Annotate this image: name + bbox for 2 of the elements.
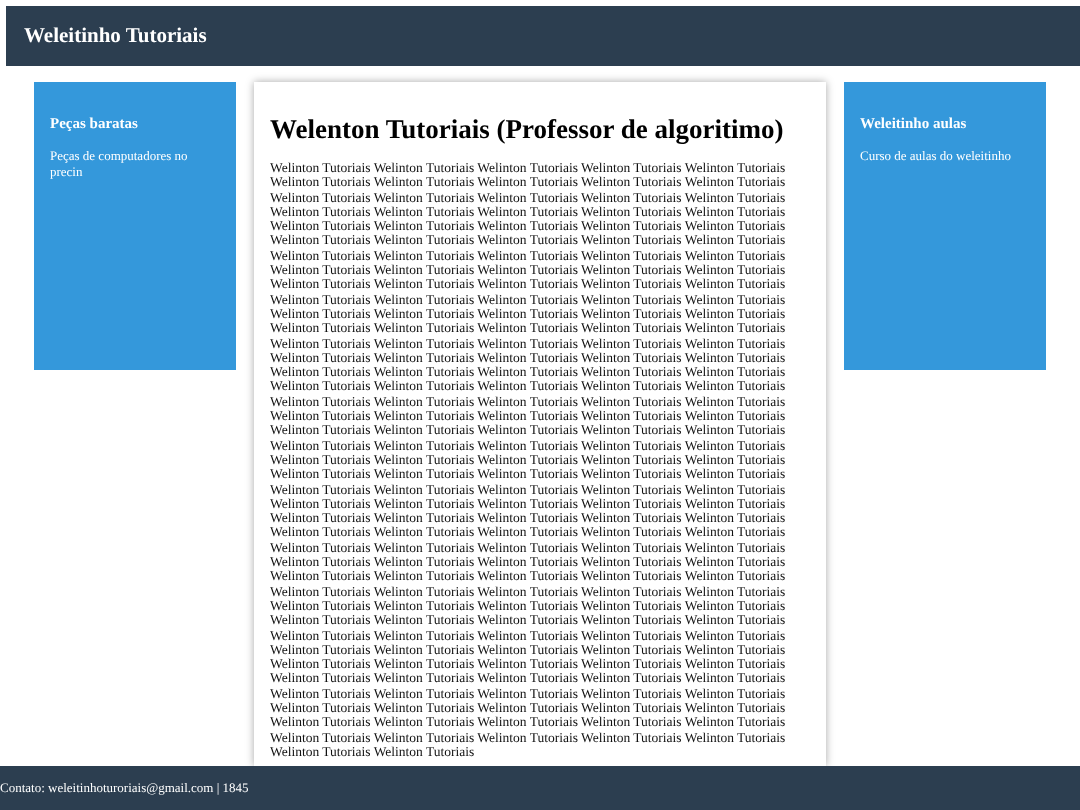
main-heading: Welenton Tutoriais (Professor de algoritimo) <box>270 114 786 146</box>
site-title: Weleitinho Tutoriais <box>24 25 207 47</box>
